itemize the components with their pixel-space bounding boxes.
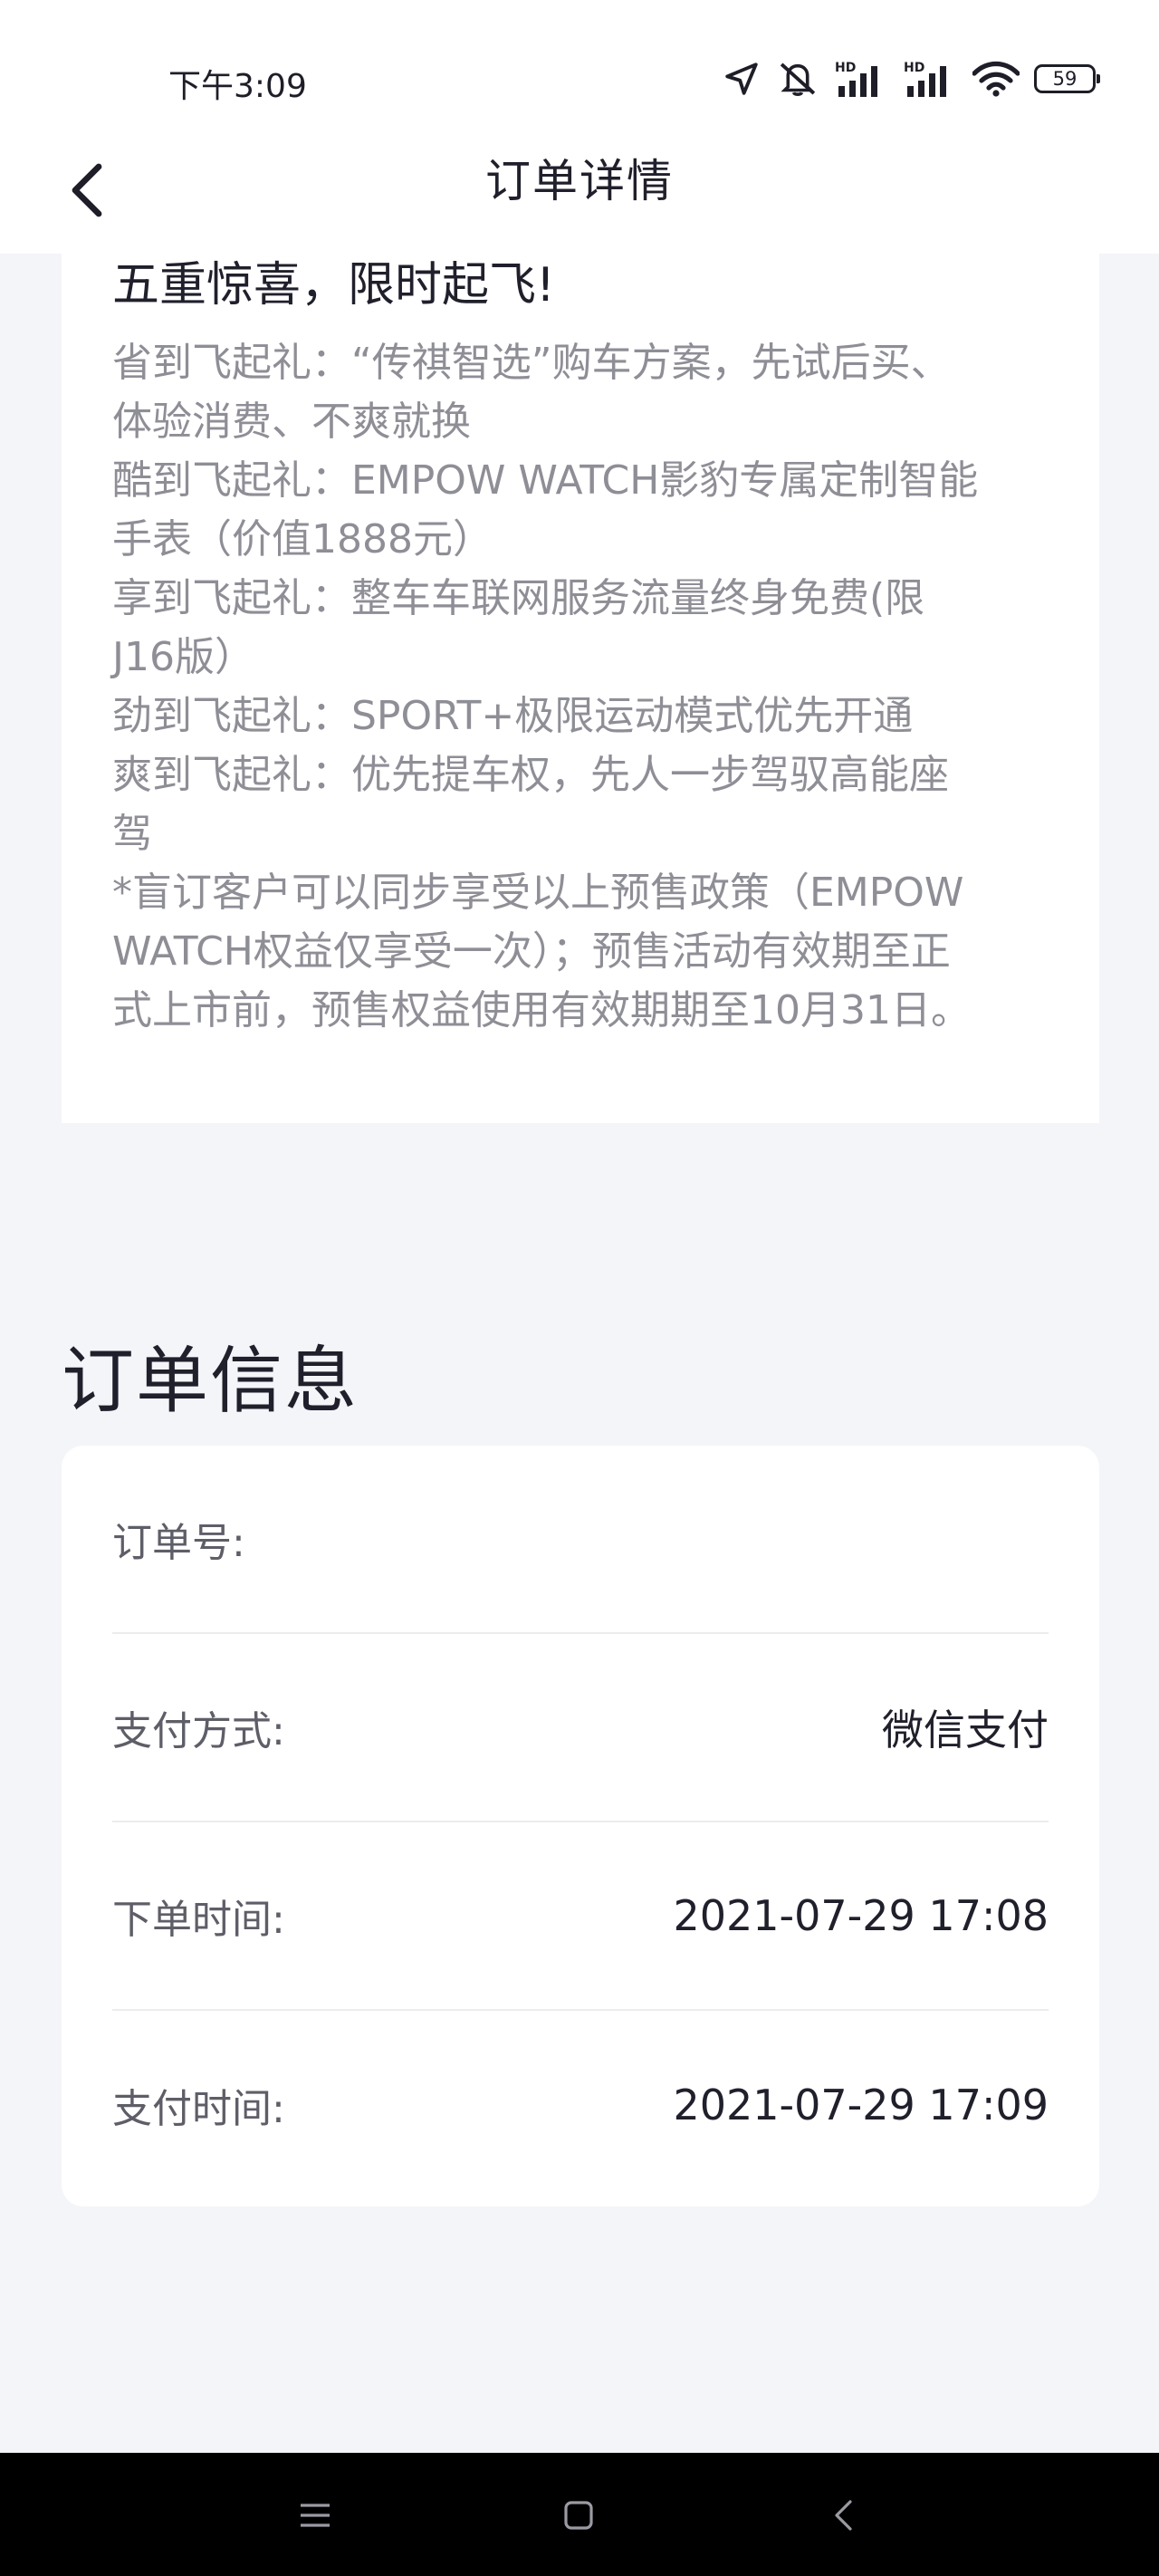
wifi-icon [972, 61, 1020, 97]
order-number-label: 订单号: [112, 1520, 245, 1566]
promo-line: 享到飞起礼：整车车联网服务流量终身免费(限 [112, 575, 925, 621]
menu-icon[interactable] [283, 2484, 347, 2547]
order-time-row: 下单时间: 2021-07-29 17:08 [112, 1822, 1049, 2011]
signal-icon: HD [835, 61, 877, 97]
promo-lines: 省到飞起礼：“传祺智选”购车方案，先试后买、 体验消费、不爽就换 酷到飞起礼：E… [112, 333, 1049, 1040]
order-time-label: 下单时间: [112, 1897, 285, 1943]
promo-line: 劲到飞起礼：SPORT+极限运动模式优先开通 [112, 693, 914, 739]
promo-line: 式上市前，预售权益使用有效期期至10月31日。 [112, 987, 971, 1033]
payment-time-label: 支付时间: [112, 2086, 285, 2132]
status-bar: 下午3:09 HD HD 59 [0, 0, 1159, 145]
payment-method-value: 微信支付 [882, 1706, 1049, 1754]
status-icons: HD HD 59 [723, 56, 1100, 101]
promo-line: 驾 [112, 811, 152, 857]
promo-line: *盲订客户可以同步享受以上预售政策（EMPOW [112, 870, 964, 916]
payment-method-label: 支付方式: [112, 1708, 285, 1754]
system-nav-bar [0, 2453, 1159, 2576]
svg-text:HD: HD [835, 61, 856, 75]
order-time-value: 2021-07-29 17:08 [673, 1891, 1049, 1940]
status-time: 下午3:09 [168, 68, 307, 105]
promo-line: 体验消费、不爽就换 [112, 399, 471, 445]
location-icon [725, 62, 758, 95]
promo-line: WATCH权益仅享受一次）；预售活动有效期至正 [112, 928, 951, 975]
promo-card: 五重惊喜，限时起飞! 省到飞起礼：“传祺智选”购车方案，先试后买、 体验消费、不… [62, 254, 1099, 1123]
payment-method-row: 支付方式: 微信支付 [112, 1634, 1049, 1822]
header: 订单详情 [0, 127, 1159, 254]
promo-line: 省到飞起礼：“传祺智选”购车方案，先试后买、 [112, 340, 951, 386]
mute-icon [780, 62, 816, 96]
home-icon[interactable] [547, 2484, 610, 2547]
svg-text:HD: HD [904, 61, 924, 75]
order-number-row: 订单号: [112, 1446, 1049, 1634]
payment-time-row: 支付时间: 2021-07-29 17:09 [112, 2011, 1049, 2199]
page-title: 订单详情 [485, 155, 674, 207]
battery-level: 59 [1052, 68, 1078, 90]
order-info-title: 订单信息 [62, 1339, 359, 1423]
promo-title: 五重惊喜，限时起飞! [112, 258, 555, 312]
promo-line: 手表（价值1888元） [112, 516, 493, 562]
battery-icon: 59 [1034, 64, 1100, 93]
promo-line: 酷到飞起礼：EMPOW WATCH影豹专属定制智能 [112, 457, 979, 504]
back-icon[interactable] [811, 2484, 875, 2547]
order-info-card: 订单号: 支付方式: 微信支付 下单时间: 2021-07-29 17:08 支… [62, 1446, 1099, 2206]
promo-line: J16版） [112, 634, 254, 680]
promo-line: 爽到飞起礼：优先提车权，先人一步驾驭高能座 [112, 752, 949, 798]
payment-time-value: 2021-07-29 17:09 [673, 2081, 1049, 2129]
signal-icon: HD [904, 61, 946, 97]
